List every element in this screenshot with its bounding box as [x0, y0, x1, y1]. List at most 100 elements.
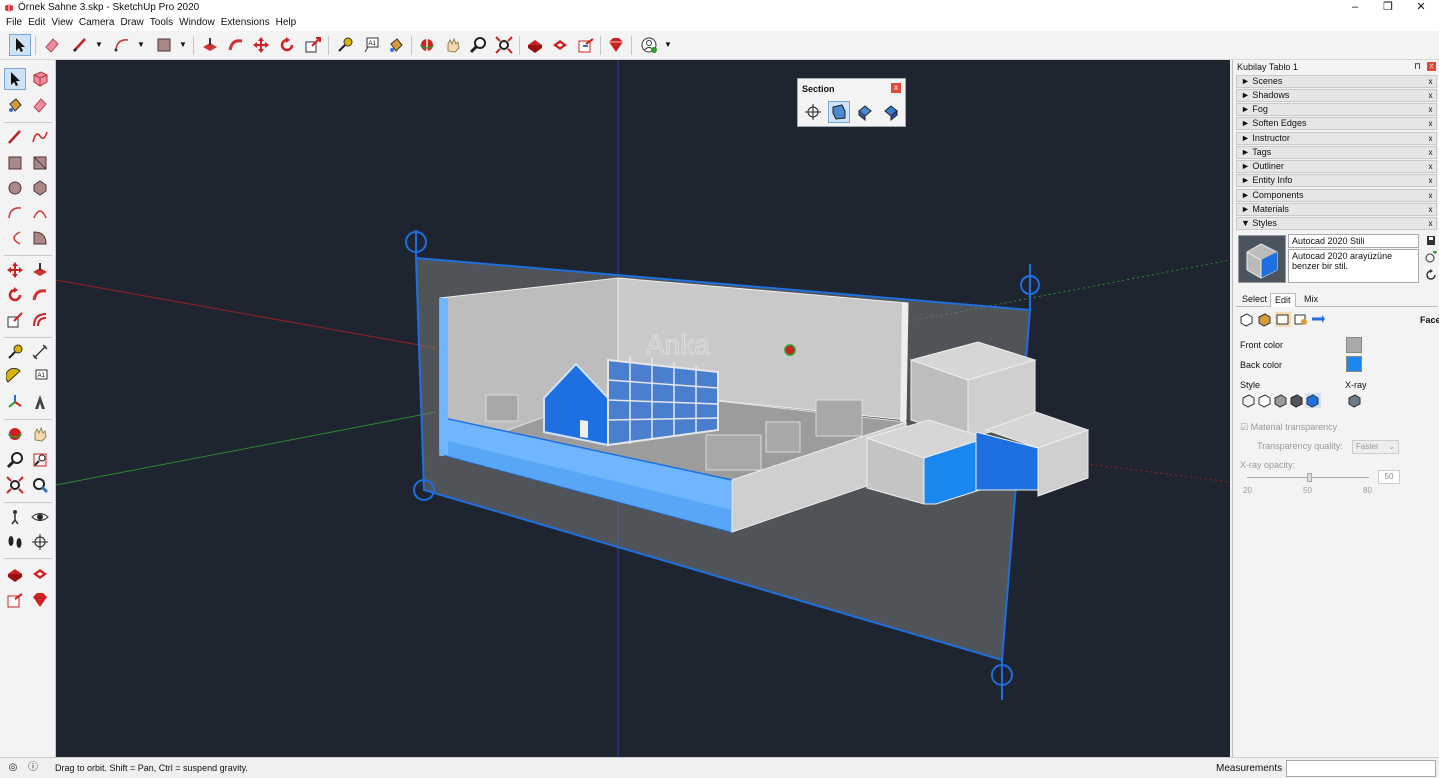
3d-text-tool[interactable] [29, 391, 51, 413]
panel-materials[interactable]: ► Materials x [1236, 203, 1437, 216]
section-grip[interactable] [991, 660, 1013, 700]
section-grip[interactable] [1020, 264, 1040, 310]
monochrome-style-icon[interactable] [1305, 393, 1321, 408]
line-dropdown-icon[interactable]: ▼ [95, 40, 103, 49]
orbit-tool-left[interactable] [4, 423, 26, 445]
rotate-tool-button[interactable] [276, 34, 298, 56]
paint-bucket-tool-button[interactable] [385, 34, 407, 56]
rectangle-tool-left[interactable] [4, 152, 26, 174]
menu-extensions[interactable]: Extensions [221, 16, 275, 31]
menu-help[interactable]: Help [276, 16, 302, 31]
arc-tool-left[interactable] [4, 202, 26, 224]
select-tool-button[interactable] [9, 34, 31, 56]
panel-close-icon[interactable]: x [1426, 219, 1435, 228]
panel-close-icon[interactable]: x [1426, 119, 1435, 128]
rotate-tool-left[interactable] [4, 284, 26, 306]
panel-close-icon[interactable]: x [1426, 134, 1435, 143]
3d-warehouse-left[interactable] [4, 563, 26, 585]
section-toolbar-close[interactable]: x [891, 83, 901, 93]
background-settings-icon[interactable] [1275, 312, 1291, 327]
two-point-arc-tool[interactable] [29, 202, 51, 224]
follow-me-tool-left[interactable] [29, 284, 51, 306]
polygon-tool[interactable] [29, 177, 51, 199]
menu-camera[interactable]: Camera [79, 16, 120, 31]
push-pull-tool-button[interactable] [199, 34, 221, 56]
move-tool-left[interactable] [4, 259, 26, 281]
circle-tool[interactable] [4, 177, 26, 199]
rectangle-tool-button[interactable] [153, 34, 175, 56]
minimize-button[interactable]: – [1338, 0, 1372, 16]
dimension-tool[interactable] [29, 341, 51, 363]
ruby-console-left[interactable] [29, 589, 51, 611]
section-plane-button[interactable] [802, 101, 824, 123]
watermark-settings-icon[interactable] [1293, 312, 1309, 327]
section-plane-tool[interactable] [29, 531, 51, 553]
ruby-console-button[interactable] [605, 34, 627, 56]
pin-icon[interactable]: ⊓ [1414, 61, 1421, 72]
xray-opacity-value[interactable]: 50 [1378, 470, 1400, 484]
3d-warehouse-button[interactable] [524, 34, 546, 56]
send-to-layout-left[interactable] [4, 589, 26, 611]
panel-tags[interactable]: ► Tags x [1236, 146, 1437, 159]
previous-view-tool[interactable] [29, 474, 51, 496]
move-tool-button[interactable] [250, 34, 272, 56]
menu-edit[interactable]: Edit [28, 16, 50, 31]
axes-tool[interactable] [4, 391, 26, 413]
panel-close-icon[interactable]: x [1426, 162, 1435, 171]
xray-icon[interactable] [1347, 393, 1363, 408]
close-button[interactable]: ✕ [1404, 0, 1438, 16]
measurements-input[interactable] [1286, 760, 1436, 777]
line-tool-left[interactable] [4, 126, 26, 148]
menu-view[interactable]: View [51, 16, 78, 31]
style-description-field[interactable]: Autocad 2020 arayüzüne benzer bir stil. [1288, 249, 1419, 283]
section-grip[interactable] [405, 230, 427, 258]
eraser-tool-button[interactable] [41, 34, 63, 56]
look-around-tool[interactable] [29, 506, 51, 528]
pan-tool-button[interactable] [442, 34, 464, 56]
account-button[interactable] [638, 34, 660, 56]
panel-close-icon[interactable]: x [1426, 148, 1435, 157]
tab-mix[interactable]: Mix [1300, 293, 1322, 307]
panel-close-icon[interactable]: x [1426, 191, 1435, 200]
select-tool-left[interactable] [4, 68, 26, 90]
xray-opacity-slider-knob[interactable] [1307, 473, 1312, 482]
panel-close-icon[interactable]: x [1426, 105, 1435, 114]
panel-styles[interactable]: ▼ Styles x [1236, 217, 1437, 230]
make-component-tool[interactable] [29, 68, 51, 90]
push-pull-tool-left[interactable] [29, 259, 51, 281]
paint-bucket-tool-left[interactable] [4, 94, 26, 116]
line-tool-button[interactable] [69, 34, 91, 56]
freehand-tool[interactable] [29, 126, 51, 148]
arc-tool-button[interactable] [111, 34, 133, 56]
text-tool-left[interactable]: A1 [29, 366, 51, 388]
geo-location-icon[interactable]: ◎ [7, 762, 19, 774]
textured-style-icon[interactable] [1289, 393, 1305, 408]
tab-select[interactable]: Select [1238, 293, 1271, 307]
panel-close-icon[interactable]: x [1426, 176, 1435, 185]
display-section-planes-button[interactable] [828, 101, 850, 123]
follow-me-tool-button[interactable] [225, 34, 247, 56]
tray-close-button[interactable]: x [1427, 62, 1436, 71]
menu-tools[interactable]: Tools [150, 16, 178, 31]
create-style-icon[interactable] [1425, 250, 1437, 263]
save-style-icon[interactable] [1425, 234, 1437, 246]
tape-measure-tool-button[interactable] [334, 34, 356, 56]
face-settings-icon[interactable] [1257, 312, 1273, 327]
text-tool-button[interactable]: A1 [360, 34, 382, 56]
tab-edit[interactable]: Edit [1270, 293, 1296, 307]
menu-draw[interactable]: Draw [120, 16, 148, 31]
panel-shadows[interactable]: ► Shadows x [1236, 89, 1437, 102]
update-style-icon[interactable] [1425, 269, 1437, 281]
orbit-tool-button[interactable] [416, 34, 438, 56]
walk-tool[interactable] [4, 531, 26, 553]
model-viewport[interactable]: Anka [56, 60, 1230, 757]
modeling-settings-icon[interactable] [1311, 312, 1327, 327]
menu-file[interactable]: File [6, 16, 27, 31]
style-name-field[interactable]: Autocad 2020 Stili [1288, 234, 1419, 248]
display-section-cuts-button[interactable] [854, 101, 876, 123]
back-color-swatch[interactable] [1346, 356, 1362, 372]
front-color-swatch[interactable] [1346, 337, 1362, 353]
tape-measure-tool-left[interactable] [4, 341, 26, 363]
panel-close-icon[interactable]: x [1426, 205, 1435, 214]
maximize-button[interactable]: ❐ [1371, 0, 1405, 16]
